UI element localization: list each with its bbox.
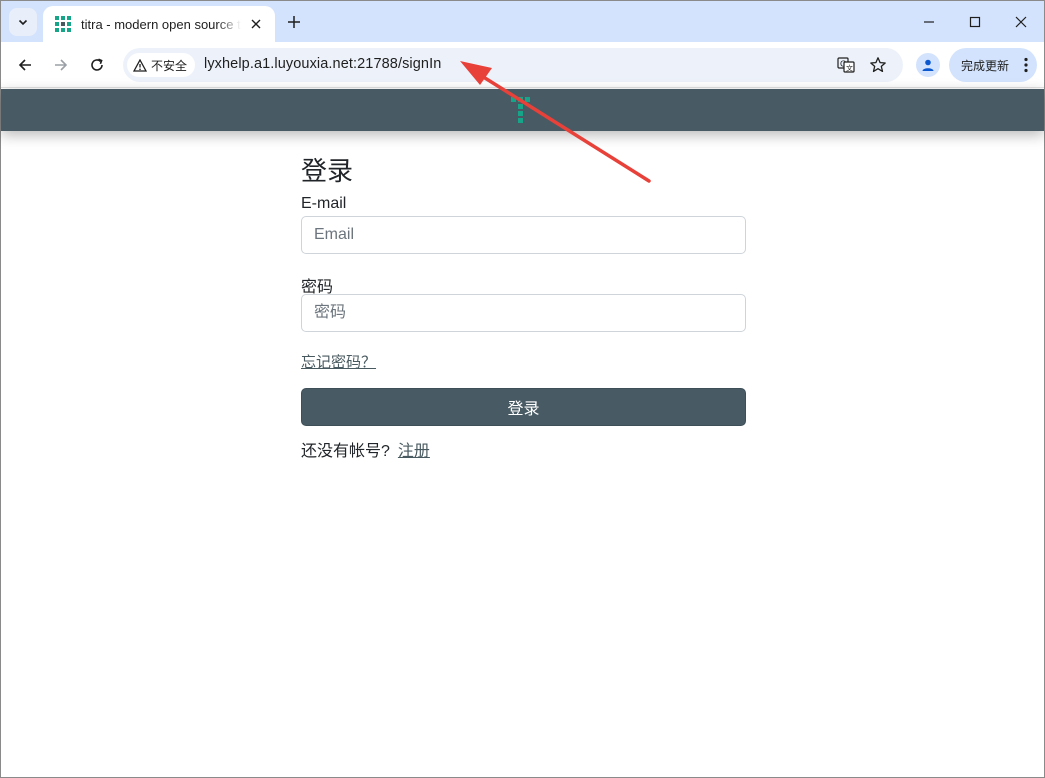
forward-button[interactable] [48,52,74,78]
star-icon [870,57,886,73]
profile-avatar-button[interactable] [916,53,940,77]
update-button[interactable]: 完成更新 [949,48,1037,82]
address-bar[interactable]: 不安全 lyxhelp.a1.luyouxia.net:21788/signIn… [123,48,903,82]
minimize-icon [924,21,934,23]
security-label: 不安全 [151,58,188,73]
browser-tabstrip: titra - modern open source time tracking [1,1,1044,42]
chevron-down-icon [18,19,28,26]
window-close-button[interactable] [1008,9,1034,35]
arrow-left-icon [18,59,31,71]
maximize-icon [969,16,981,28]
translate-button[interactable]: G文 [835,54,857,76]
tab-search-button[interactable] [9,8,37,36]
translate-icon: G文 [837,57,855,73]
app-header [1,89,1044,131]
email-field[interactable] [301,216,746,254]
person-icon [922,59,934,71]
browser-tab-active[interactable]: titra - modern open source time tracking [43,6,275,42]
reload-icon [91,58,103,71]
tab-close-button[interactable] [247,15,265,33]
back-button[interactable] [12,52,38,78]
reload-button[interactable] [84,52,110,78]
update-button-label: 完成更新 [961,58,1010,73]
login-button[interactable]: 登录 [301,388,746,426]
arrow-right-icon [55,59,68,71]
email-label: E-mail [301,195,347,212]
url-text[interactable]: lyxhelp.a1.luyouxia.net:21788/signIn [204,56,441,72]
bookmark-star-button[interactable] [867,54,889,76]
tab-title: titra - modern open source time tracking [81,16,241,32]
warning-triangle-icon [133,58,147,72]
close-icon [1015,16,1027,28]
titra-logo-icon[interactable] [511,97,537,123]
security-indicator[interactable]: 不安全 [127,53,196,77]
minimize-button[interactable] [916,9,942,35]
page-title: 登录 [301,156,354,186]
forgot-password-link[interactable]: 忘记密码？ [301,351,376,372]
signup-row: 还没有帐号? 注册 [301,437,430,461]
plus-icon [288,16,300,28]
no-account-text: 还没有帐号? [301,443,390,460]
maximize-button[interactable] [962,9,988,35]
browser-toolbar: 不安全 lyxhelp.a1.luyouxia.net:21788/signIn… [1,42,1044,88]
svg-text:文: 文 [846,63,853,72]
titra-favicon-icon [55,16,71,32]
new-tab-button[interactable] [283,11,305,33]
close-icon [251,19,261,29]
password-field[interactable] [301,294,746,332]
register-link[interactable]: 注册 [398,443,430,460]
more-vert-icon [1024,57,1028,73]
